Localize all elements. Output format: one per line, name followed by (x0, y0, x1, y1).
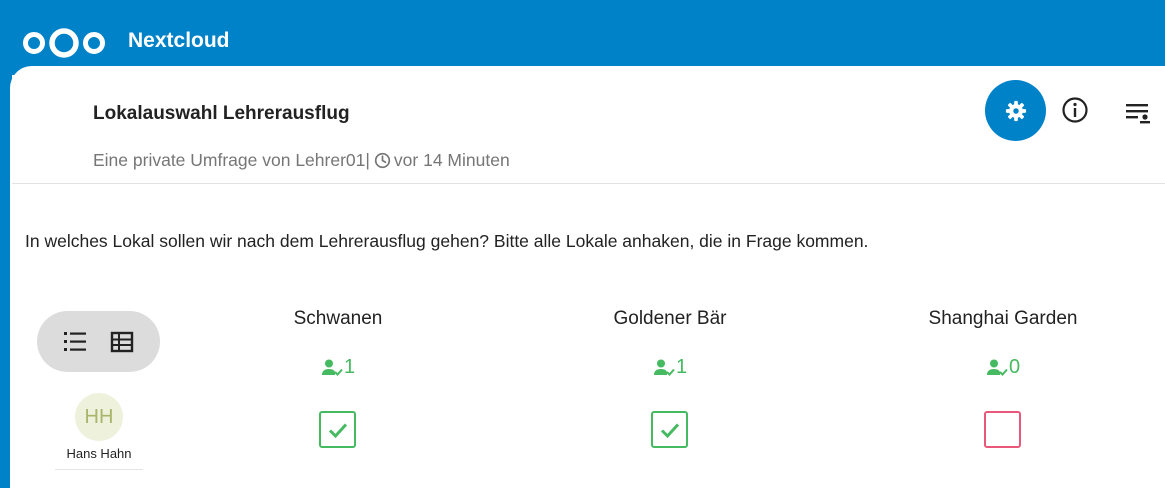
user-check-icon (321, 359, 343, 376)
user-check-icon (986, 359, 1008, 376)
option-label: Schwanen (293, 308, 383, 329)
option-label: Shanghai Garden (928, 308, 1078, 329)
settings-button[interactable] (985, 80, 1046, 141)
vote-checkbox-yes[interactable] (319, 411, 356, 448)
participant-divider (55, 469, 143, 470)
avatar: HH (75, 393, 123, 441)
poll-title: Lokalauswahl Lehrerausflug (93, 103, 350, 124)
view-toggle (37, 311, 160, 372)
table-view-icon[interactable] (108, 328, 136, 356)
participant-name: Hans Hahn (66, 446, 132, 461)
filter-list-icon[interactable] (1122, 97, 1154, 127)
info-icon (1062, 97, 1088, 123)
app-name[interactable]: Nextcloud (128, 29, 230, 53)
list-view-icon[interactable] (61, 328, 89, 356)
checkmark-icon (660, 422, 679, 438)
gear-icon (1005, 100, 1026, 121)
poll-time: vor 14 Minuten (393, 150, 510, 170)
option-yes-count: 1 (630, 356, 710, 379)
poll-owner: Eine private Umfrage von Lehrer01| (93, 150, 370, 170)
user-check-icon (653, 359, 675, 376)
poll-description: In welches Lokal sollen wir nach dem Leh… (25, 231, 869, 251)
vote-checkbox-no[interactable] (984, 411, 1021, 448)
clock-icon (374, 152, 391, 169)
option-yes-count: 1 (298, 356, 378, 379)
info-button[interactable] (1059, 94, 1091, 126)
checkmark-icon (328, 422, 347, 438)
header-divider (12, 183, 1165, 184)
option-yes-count: 0 (963, 356, 1043, 379)
vote-checkbox-yes[interactable] (651, 411, 688, 448)
nextcloud-logo-icon[interactable] (22, 28, 106, 58)
poll-subtitle: Eine private Umfrage von Lehrer01| vor 1… (93, 150, 510, 171)
option-label: Goldener Bär (613, 308, 727, 329)
